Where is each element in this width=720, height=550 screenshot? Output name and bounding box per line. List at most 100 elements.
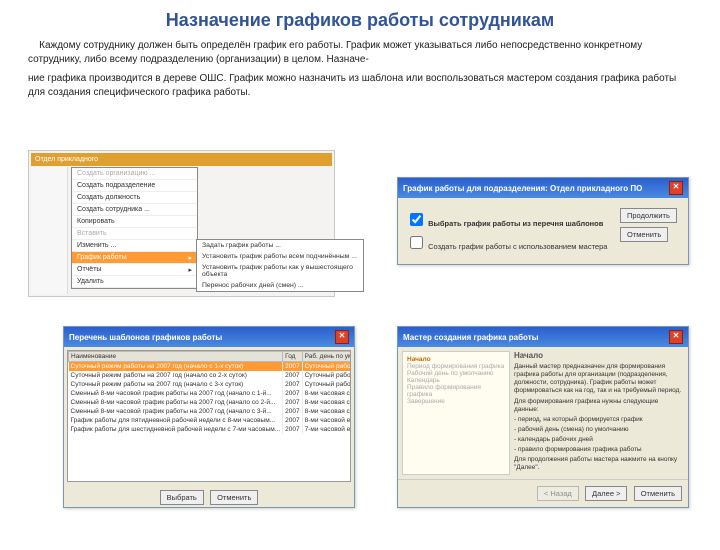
dialog-titlebar: Перечень шаблонов графиков работы ✕ — [64, 327, 354, 347]
schedule-wizard-dialog: Мастер создания графика работы ✕ Начало … — [397, 326, 689, 508]
submenu-set-as-parent[interactable]: Установить график работы как у вышестоящ… — [197, 262, 363, 280]
dialog-title: Перечень шаблонов графиков работы — [69, 333, 222, 342]
menu-schedule-label: График работы — [77, 254, 127, 261]
cell-year: 2007 — [283, 398, 302, 407]
table-row[interactable]: Сменный 8-ми часовой график работы на 20… — [69, 389, 352, 398]
wizard-steps: Начало Период формирования графика Рабоч… — [402, 351, 510, 475]
continue-button[interactable]: Продолжить — [620, 208, 677, 223]
wizard-text: - календарь рабочих дней — [514, 436, 684, 444]
col-year[interactable]: Год — [283, 352, 302, 362]
table-row[interactable]: График работы для пятидневной рабочей не… — [69, 416, 352, 425]
select-button[interactable]: Выбрать — [160, 490, 204, 505]
tree-selected-node[interactable]: Отдел прикладного — [31, 153, 332, 166]
menu-create-org: Создать организацию ... — [72, 168, 197, 180]
step-rule: Правило формирования графика — [407, 384, 505, 398]
cell-day: Суточный рабочий день (... — [302, 371, 351, 380]
cell-day: 8-ми часовая смена (ноч... — [302, 407, 351, 416]
submenu-arrow-icon: ▸ — [188, 266, 192, 274]
table-row[interactable]: Суточный режим работы на 2007 год (начал… — [69, 371, 352, 380]
next-button[interactable]: Далее > — [585, 486, 627, 501]
option-from-templates-label: Выбрать график работы из перечня шаблоно… — [428, 219, 603, 228]
menu-schedule[interactable]: График работы ▸ — [72, 252, 197, 264]
step-calendar: Календарь — [407, 377, 505, 384]
cell-name: Сменный 8-ми часовой график работы на 20… — [69, 407, 283, 416]
menu-reports[interactable]: Отчёты ▸ — [72, 264, 197, 276]
checkbox-wizard[interactable] — [410, 236, 423, 249]
cell-name: График работы для шестидневной рабочей н… — [69, 425, 283, 434]
intro-paragraph-1: Каждому сотруднику должен быть определён… — [28, 39, 692, 66]
intro-paragraph-2: ние графика производится в дереве ОШС. Г… — [28, 72, 692, 99]
table-row[interactable]: Сменный 8-ми часовой график работы на 20… — [69, 398, 352, 407]
step-period: Период формирования графика — [407, 363, 505, 370]
wizard-content: Начало Данный мастер предназначен для фо… — [514, 351, 684, 475]
cell-name: График работы для пятидневной рабочей не… — [69, 416, 283, 425]
cell-day: 8-ми часовой ежедневны... — [302, 416, 351, 425]
cancel-button[interactable]: Отменить — [620, 227, 668, 242]
menu-edit[interactable]: Изменить ... — [72, 240, 197, 252]
table-row[interactable]: График работы для шестидневной рабочей н… — [69, 425, 352, 434]
wizard-text: - правило формирования графика работы — [514, 446, 684, 454]
tree-context-screenshot: Отдел прикладного Создать организацию ..… — [28, 150, 335, 297]
option-use-wizard[interactable]: Создать график работы с использованием м… — [406, 233, 618, 252]
menu-reports-label: Отчёты — [77, 266, 101, 273]
cell-day: Суточный рабочий день (... — [302, 380, 351, 389]
wizard-text: Данный мастер предназначен для формирова… — [514, 363, 684, 396]
step-start[interactable]: Начало — [407, 356, 505, 363]
menu-create-subdiv[interactable]: Создать подразделение — [72, 180, 197, 192]
table-row[interactable]: Суточный режим работы на 2007 год (начал… — [69, 362, 352, 372]
context-submenu-schedule[interactable]: Задать график работы ... Установить граф… — [196, 239, 364, 292]
step-default-day: Рабочий день по умолчанию — [407, 370, 505, 377]
cell-name: Сменный 8-ми часовой график работы на 20… — [69, 398, 283, 407]
tree-toolbar — [31, 167, 68, 294]
cell-year: 2007 — [283, 362, 302, 372]
back-button: < Назад — [537, 486, 579, 501]
menu-delete[interactable]: Удалить — [72, 276, 197, 288]
table-row[interactable]: Сменный 8-ми часовой график работы на 20… — [69, 407, 352, 416]
cell-day: 7-ми часовой ежедневны... — [302, 425, 351, 434]
step-finish: Завершение — [407, 398, 505, 405]
cell-name: Суточный режим работы на 2007 год (начал… — [69, 362, 283, 372]
menu-copy[interactable]: Копировать — [72, 216, 197, 228]
wizard-text: Для продолжения работы мастера нажмите н… — [514, 456, 684, 472]
submenu-arrow-icon: ▸ — [188, 254, 192, 262]
cell-name: Суточный режим работы на 2007 год (начал… — [69, 371, 283, 380]
cell-day: 8-ми часовая смена (нор... — [302, 389, 351, 398]
wizard-page-title: Начало — [514, 351, 684, 360]
dialog-title: График работы для подразделения: Отдел п… — [403, 184, 642, 193]
close-icon[interactable]: ✕ — [335, 330, 349, 344]
submenu-set-schedule[interactable]: Задать график работы ... — [197, 240, 363, 251]
cancel-button[interactable]: Отменить — [210, 490, 258, 505]
cell-year: 2007 — [283, 380, 302, 389]
schedule-source-dialog: График работы для подразделения: Отдел п… — [397, 177, 689, 265]
close-icon[interactable]: ✕ — [669, 330, 683, 344]
submenu-set-all-subordinates[interactable]: Установить график работы всем подчинённы… — [197, 251, 363, 262]
submenu-shift-days[interactable]: Перенос рабочих дней (смен) ... — [197, 280, 363, 291]
table-row[interactable]: Суточный режим работы на 2007 год (начал… — [69, 380, 352, 389]
option-use-wizard-label: Создать график работы с использованием м… — [428, 242, 607, 251]
close-icon[interactable]: ✕ — [669, 181, 683, 195]
wizard-text: Для формирования графика нужны следующие… — [514, 398, 684, 414]
col-name[interactable]: Наименование — [69, 352, 283, 362]
templates-table[interactable]: Наименование Год Раб. день по умолчанию … — [68, 351, 351, 434]
checkbox-template[interactable] — [410, 213, 423, 226]
cell-year: 2007 — [283, 407, 302, 416]
dialog-titlebar: Мастер создания графика работы ✕ — [398, 327, 688, 347]
menu-create-employee[interactable]: Создать сотрудника ... — [72, 204, 197, 216]
menu-create-position[interactable]: Создать должность — [72, 192, 197, 204]
wizard-text: - рабочий день (смена) по умолчанию — [514, 426, 684, 434]
cell-day: 8-ми часовая смена (втo... — [302, 398, 351, 407]
page-title: Назначение графиков работы сотрудникам — [30, 10, 690, 31]
cell-name: Сменный 8-ми часовой график работы на 20… — [69, 389, 283, 398]
intro-text-1: Каждому сотруднику должен быть определён… — [28, 40, 642, 65]
cell-name: Суточный режим работы на 2007 год (начал… — [69, 380, 283, 389]
dialog-titlebar: График работы для подразделения: Отдел п… — [398, 178, 688, 198]
dialog-title: Мастер создания графика работы — [403, 333, 539, 342]
cell-day: Суточный рабочий день (... — [302, 362, 351, 372]
cell-year: 2007 — [283, 389, 302, 398]
col-default-day[interactable]: Раб. день по умолчанию — [302, 352, 351, 362]
context-menu[interactable]: Создать организацию ... Создать подразде… — [71, 167, 198, 289]
cancel-button[interactable]: Отменить — [634, 486, 682, 501]
menu-paste: Вставить — [72, 228, 197, 240]
cell-year: 2007 — [283, 425, 302, 434]
option-from-templates[interactable]: Выбрать график работы из перечня шаблоно… — [406, 210, 618, 229]
